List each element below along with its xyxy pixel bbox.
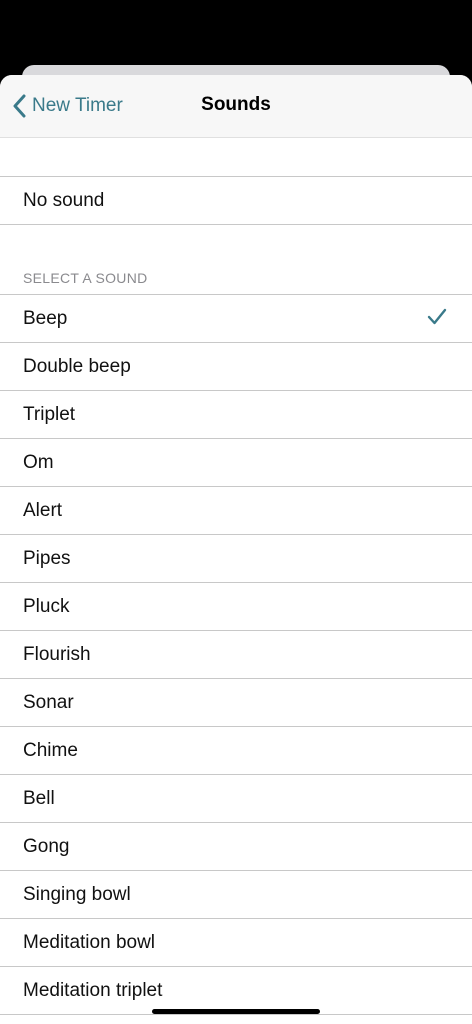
sound-option-chime[interactable]: Chime — [0, 727, 472, 775]
sound-option-label: Flourish — [23, 643, 91, 665]
sound-option-label: Sonar — [23, 691, 74, 713]
sound-option-beep[interactable]: Beep — [0, 295, 472, 343]
sound-option-label: Beep — [23, 307, 68, 329]
sound-option-pipes[interactable]: Pipes — [0, 535, 472, 583]
sound-option-triplet[interactable]: Triplet — [0, 391, 472, 439]
sound-option-label: Double beep — [23, 355, 131, 377]
sound-option-gong[interactable]: Gong — [0, 823, 472, 871]
no-sound-group: No sound — [0, 176, 472, 225]
sound-option-label: Pluck — [23, 595, 70, 617]
no-sound-option[interactable]: No sound — [0, 177, 472, 225]
sound-option-meditation-bowl[interactable]: Meditation bowl — [0, 919, 472, 967]
sound-list: Beep Double beep Triplet Om Alert Pipes Pluck F… — [0, 294, 472, 1015]
sound-option-label: Meditation triplet — [23, 979, 163, 1001]
sound-option-label: Singing bowl — [23, 883, 131, 905]
sound-option-label: Pipes — [23, 547, 71, 569]
sound-option-bell[interactable]: Bell — [0, 775, 472, 823]
screen: New Timer Sounds No sound SELECT A SOUND… — [0, 0, 472, 1024]
sound-option-pluck[interactable]: Pluck — [0, 583, 472, 631]
sound-option-alert[interactable]: Alert — [0, 487, 472, 535]
sound-option-label: Alert — [23, 499, 63, 521]
sound-option-meditation-triplet[interactable]: Meditation triplet — [0, 967, 472, 1015]
no-sound-label: No sound — [23, 189, 105, 211]
checkmark-icon — [427, 308, 447, 325]
sound-option-label: Chime — [23, 739, 78, 761]
page-title: Sounds — [201, 94, 271, 115]
sound-option-label: Gong — [23, 835, 70, 857]
sound-option-double-beep[interactable]: Double beep — [0, 343, 472, 391]
sound-option-sonar[interactable]: Sonar — [0, 679, 472, 727]
sound-option-label: Om — [23, 451, 54, 473]
home-indicator — [152, 1009, 320, 1014]
sound-option-om[interactable]: Om — [0, 439, 472, 487]
sounds-sheet: New Timer Sounds No sound SELECT A SOUND… — [0, 75, 472, 1024]
sound-option-label: Bell — [23, 787, 55, 809]
sound-option-flourish[interactable]: Flourish — [0, 631, 472, 679]
sound-option-label: Triplet — [23, 403, 76, 425]
sound-option-label: Meditation bowl — [23, 931, 156, 953]
section-header: SELECT A SOUND — [23, 270, 148, 286]
sound-option-singing-bowl[interactable]: Singing bowl — [0, 871, 472, 919]
navigation-bar: New Timer Sounds — [0, 75, 472, 138]
